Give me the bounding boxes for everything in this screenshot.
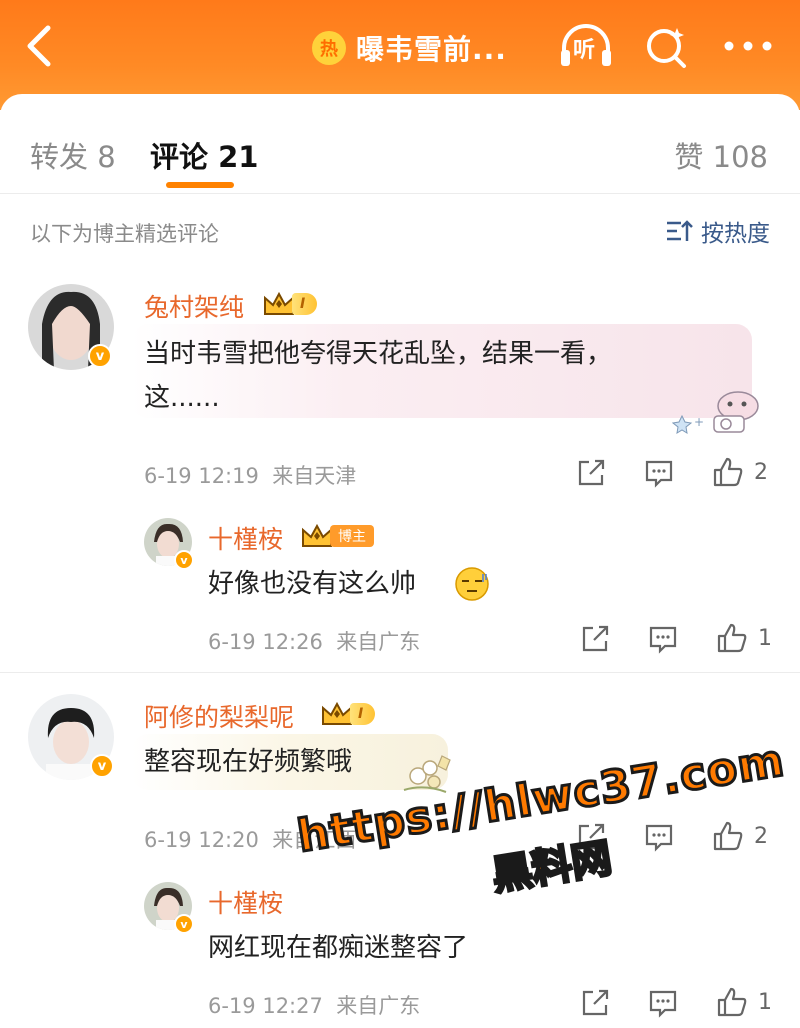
filter-row: 以下为博主精选评论 按热度 xyxy=(0,194,800,266)
like-count: 1 xyxy=(758,625,772,651)
comment-icon xyxy=(645,460,673,488)
like-count: 2 xyxy=(754,459,768,485)
hot-badge: 热 xyxy=(312,31,346,65)
comment-divider xyxy=(0,672,800,673)
reply-button[interactable] xyxy=(648,988,678,1018)
share-icon xyxy=(578,459,605,486)
repost-button[interactable] xyxy=(576,458,606,488)
sort-icon xyxy=(667,220,693,241)
reply-username[interactable]: 十槿桉 xyxy=(208,520,283,556)
comment-icon xyxy=(645,824,673,852)
tab-repost[interactable]: 转发 8 xyxy=(30,134,116,176)
active-tab-indicator xyxy=(166,182,234,188)
comment-icon xyxy=(649,626,677,654)
member-level-badge: I xyxy=(262,290,318,318)
comment-text-line: 当时韦雪把他夸得天花乱坠，结果一看， xyxy=(144,339,613,369)
reply-location: 来自广东 xyxy=(336,994,421,1018)
comment-meta: 6-19 12:19 来自天津 xyxy=(144,460,356,490)
comment-date: 6-19 12:20 xyxy=(144,828,259,852)
thumbs-up-icon xyxy=(717,623,747,653)
topic-text: 曝韦雪前... xyxy=(356,33,507,66)
like-count: 1 xyxy=(758,989,772,1015)
sort-button[interactable]: 按热度 xyxy=(665,214,770,248)
reply-text-content: 好像也没有这么帅 xyxy=(208,569,417,599)
thumbs-up-icon xyxy=(713,821,743,851)
back-icon xyxy=(27,25,51,67)
comment-text-line: 整容现在好频繁哦 xyxy=(144,747,353,777)
verified-badge: v xyxy=(90,754,114,778)
comment-text-line: 这...... xyxy=(144,383,220,413)
like-count: 2 xyxy=(754,823,768,849)
reply-username[interactable]: 十槿桉 xyxy=(208,884,283,920)
thumbs-up-icon xyxy=(717,987,747,1017)
reply-meta: 6-19 12:26 来自广东 xyxy=(208,626,420,656)
verified-badge: v xyxy=(174,914,194,934)
reply-date: 6-19 12:27 xyxy=(208,994,323,1018)
tab-like[interactable]: 赞 108 xyxy=(674,134,768,176)
share-icon xyxy=(582,625,609,652)
reply-meta: 6-19 12:27 来自广东 xyxy=(208,990,420,1020)
search-button[interactable] xyxy=(644,22,690,72)
like-button[interactable]: 2 xyxy=(712,456,768,488)
back-button[interactable] xyxy=(22,24,62,68)
featured-note: 以下为博主精选评论 xyxy=(30,222,219,246)
crown-icon xyxy=(264,291,294,315)
comment-panel: 转发 8 评论 21 赞 108 以下为博主精选评论 按热度 v 兔村架纯 I … xyxy=(0,94,800,1028)
like-button[interactable]: 2 xyxy=(712,820,768,852)
comment-username[interactable]: 兔村架纯 xyxy=(144,288,244,324)
listen-button[interactable]: 听 xyxy=(558,22,614,72)
comment-location: 来自天津 xyxy=(272,464,357,488)
reply-button[interactable] xyxy=(644,822,674,852)
tab-comment[interactable]: 评论 21 xyxy=(150,134,258,176)
reply-button[interactable] xyxy=(644,458,674,488)
level-label: I xyxy=(350,703,376,725)
crown-icon xyxy=(322,701,352,725)
like-button[interactable]: 1 xyxy=(716,986,772,1018)
comment-icon xyxy=(649,990,677,1018)
topic-title[interactable]: 热 曝韦雪前... xyxy=(312,26,507,70)
comment-username[interactable]: 阿修的梨梨呢 xyxy=(144,698,294,734)
reply-date: 6-19 12:26 xyxy=(208,630,323,654)
like-button[interactable]: 1 xyxy=(716,622,772,654)
blogger-tag: 博主 xyxy=(330,525,374,547)
comment-date: 6-19 12:19 xyxy=(144,464,259,488)
reply-button[interactable] xyxy=(648,624,678,654)
repost-button[interactable] xyxy=(580,988,610,1018)
search-icon xyxy=(647,28,686,68)
listen-label: 听 xyxy=(573,38,596,63)
member-level-badge: I xyxy=(320,700,376,728)
reply-location: 来自广东 xyxy=(336,630,421,654)
reply-text: 好像也没有这么帅 xyxy=(208,562,416,606)
thumbs-up-icon xyxy=(713,457,743,487)
tab-bar: 转发 8 评论 21 赞 108 xyxy=(0,94,800,194)
comment-text: 当时韦雪把他夸得天花乱坠，结果一看， 这...... xyxy=(144,332,724,420)
level-label: I xyxy=(292,293,318,315)
verified-badge: v xyxy=(174,550,194,570)
comment-text: 整容现在好频繁哦 xyxy=(144,740,352,784)
sticker-decoration-icon: + xyxy=(672,391,759,434)
crown-icon xyxy=(302,523,332,547)
verified-badge: v xyxy=(88,344,112,368)
blogger-badge: 博主 xyxy=(300,522,374,550)
more-icon xyxy=(724,41,772,51)
more-button[interactable] xyxy=(722,36,774,56)
speechless-emoji-icon xyxy=(455,567,489,601)
reply-text-content: 网红现在都痴迷整容了 xyxy=(208,933,469,963)
sort-label: 按热度 xyxy=(701,221,770,247)
reply-text: 网红现在都痴迷整容了 xyxy=(208,926,468,970)
share-icon xyxy=(582,989,609,1016)
svg-text:+: + xyxy=(694,415,704,429)
repost-button[interactable] xyxy=(580,624,610,654)
